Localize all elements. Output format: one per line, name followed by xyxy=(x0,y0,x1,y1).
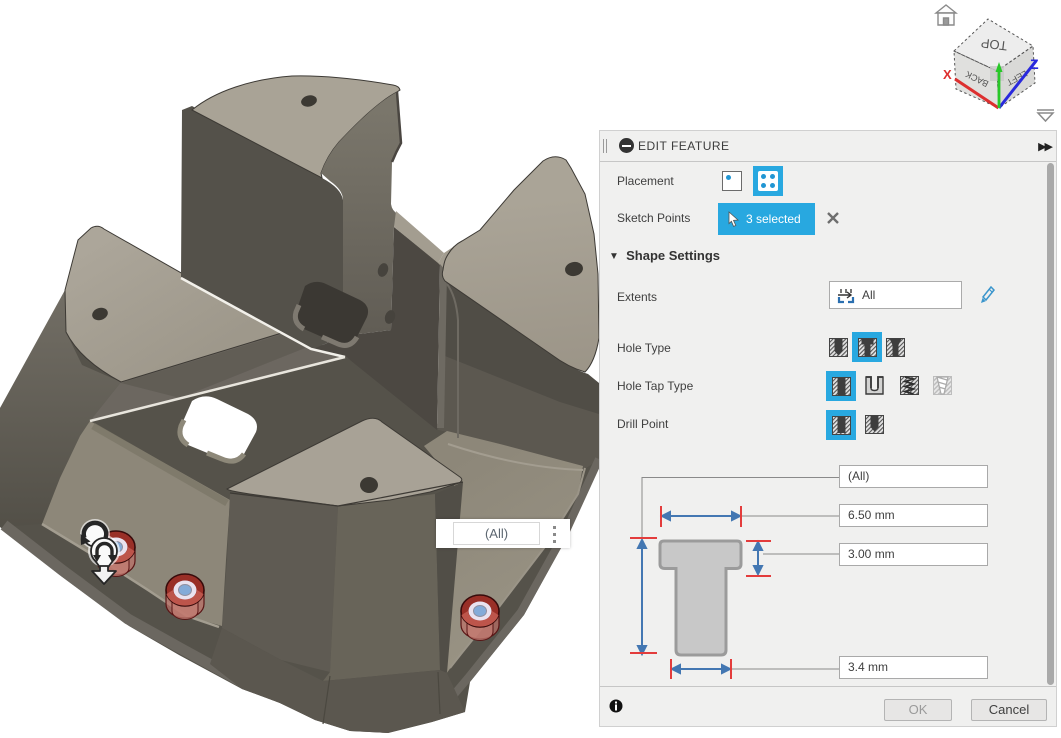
svg-text:X: X xyxy=(943,67,952,82)
svg-text:TOP: TOP xyxy=(980,35,1008,53)
svg-text:Z: Z xyxy=(1030,56,1039,72)
